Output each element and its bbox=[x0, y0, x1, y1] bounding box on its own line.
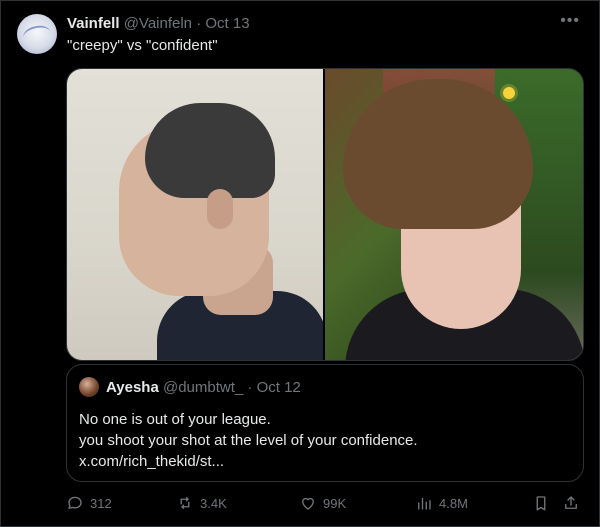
reply-count: 312 bbox=[90, 495, 112, 511]
quoted-line: No one is out of your league. bbox=[79, 411, 271, 428]
author-handle[interactable]: @Vainfeln bbox=[124, 15, 192, 32]
quoted-tweet-header: Ayesha @dumbtwt_ · Oct 12 bbox=[106, 379, 301, 397]
like-count: 99K bbox=[323, 495, 347, 511]
avatar-art bbox=[21, 23, 53, 47]
share-button[interactable] bbox=[562, 494, 580, 512]
views-count: 4.8M bbox=[439, 495, 468, 511]
quoted-tweet-date[interactable]: Oct 12 bbox=[257, 379, 301, 396]
header-separator: · bbox=[196, 15, 202, 32]
quoted-author-avatar[interactable] bbox=[79, 377, 99, 397]
left-photo-hair bbox=[145, 103, 275, 198]
reply-button[interactable]: 312 bbox=[66, 494, 112, 512]
retweet-count: 3.4K bbox=[200, 495, 227, 511]
left-photo-ear bbox=[207, 189, 233, 229]
reply-icon bbox=[66, 494, 84, 512]
retweet-button[interactable]: 3.4K bbox=[176, 494, 227, 512]
retweet-icon bbox=[176, 494, 194, 512]
author-name[interactable]: Vainfell bbox=[67, 15, 120, 32]
views-icon bbox=[415, 494, 433, 512]
quoted-tweet[interactable]: Ayesha @dumbtwt_ · Oct 12 No one is out … bbox=[66, 364, 584, 482]
tweet-text: "creepy" vs "confident" bbox=[67, 37, 218, 54]
tweet-media[interactable] bbox=[66, 68, 584, 361]
tweet-actions: 312 3.4K 99K 4.8M bbox=[66, 494, 582, 516]
quoted-line: you shoot your shot at the level of your… bbox=[79, 432, 418, 449]
quoted-link[interactable]: x.com/rich_thekid/st... bbox=[79, 451, 418, 472]
tweet-header: Vainfell @Vainfeln · Oct 13 bbox=[67, 15, 250, 33]
tweet-date[interactable]: Oct 13 bbox=[205, 15, 249, 32]
quoted-tweet-text: No one is out of your league. you shoot … bbox=[79, 409, 418, 472]
media-photo-left[interactable] bbox=[67, 69, 323, 360]
views-button[interactable]: 4.8M bbox=[415, 494, 468, 512]
quoted-author-handle[interactable]: @dumbtwt_ bbox=[163, 379, 243, 396]
heart-icon bbox=[299, 494, 317, 512]
author-avatar[interactable] bbox=[17, 14, 57, 54]
media-photo-right[interactable] bbox=[325, 69, 583, 360]
more-horizontal-icon[interactable]: ••• bbox=[560, 12, 580, 30]
quoted-author-name[interactable]: Ayesha bbox=[106, 379, 159, 396]
quoted-header-separator: · bbox=[247, 379, 253, 396]
bookmark-icon bbox=[532, 494, 550, 512]
like-button[interactable]: 99K bbox=[299, 494, 346, 512]
bookmark-button[interactable] bbox=[532, 494, 550, 512]
share-icon bbox=[562, 494, 580, 512]
right-photo-flower bbox=[503, 87, 515, 99]
